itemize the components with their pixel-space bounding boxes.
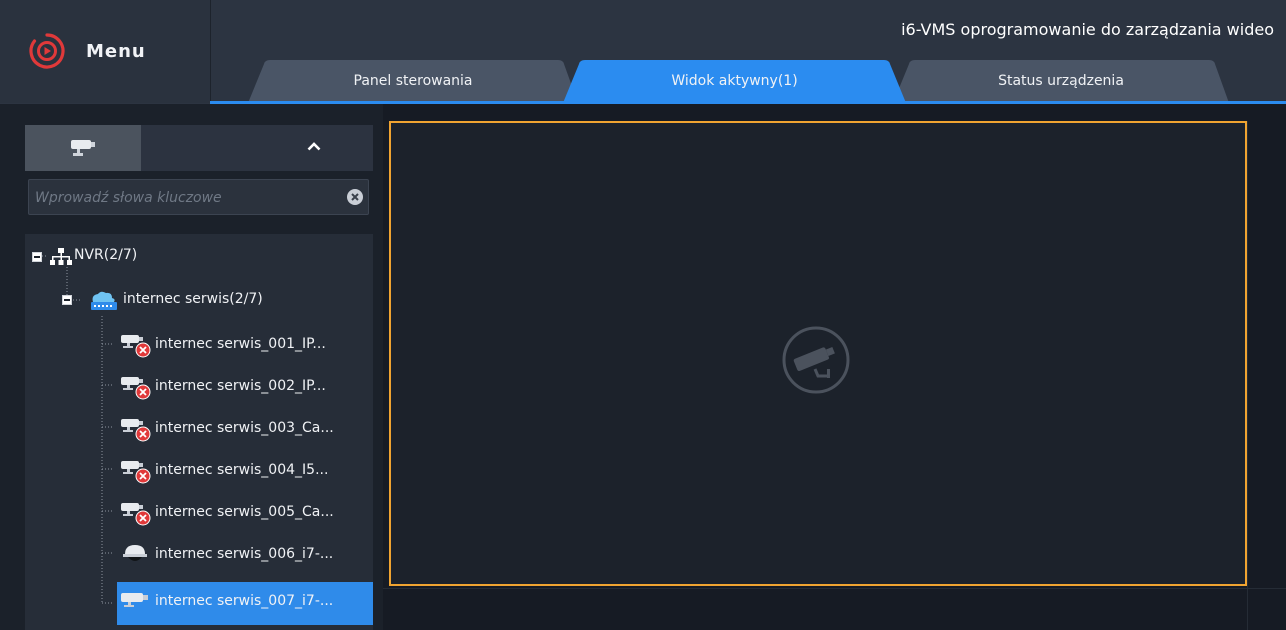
app-header: Menu i6-VMS oprogramowanie do zarządzani…	[0, 0, 1286, 104]
tree-node-device-007[interactable]: internec serwis_007_i7-...	[117, 587, 373, 617]
camera-offline-icon	[121, 503, 151, 526]
device-panel: NVR(2/7) internec serwis(2/7) internec s…	[0, 104, 383, 630]
dome-camera-icon	[123, 545, 147, 561]
camera-icon	[121, 593, 148, 607]
tree-node-device-006[interactable]: internec serwis_006_i7-...	[117, 540, 373, 570]
tree-label: internec serwis_002_IP...	[155, 378, 326, 394]
tree-label: internec serwis_005_Ca...	[155, 504, 334, 520]
tree-node-nvr[interactable]: NVR(2/7)	[30, 244, 230, 270]
tab-label: Status urządzenia	[998, 73, 1124, 89]
video-grid	[383, 104, 1286, 630]
nvr-device-icon	[91, 291, 117, 310]
tab-label: Panel sterowania	[353, 73, 473, 89]
tree-node-device-001[interactable]: internec serwis_001_IP...	[117, 330, 373, 360]
tab-widok-aktywny[interactable]: Widok aktywny(1)	[563, 60, 906, 103]
camera-offline-icon	[121, 335, 151, 358]
tree-label: internec serwis_001_IP...	[155, 336, 326, 352]
app-logo-icon	[29, 33, 65, 69]
tree-label: internec serwis_007_i7-...	[155, 593, 334, 609]
tab-panel-sterowania[interactable]: Panel sterowania	[248, 60, 578, 103]
tree-label: internec serwis(2/7)	[123, 291, 263, 307]
no-video-camera-icon	[782, 326, 850, 394]
camera-offline-icon	[121, 419, 151, 442]
grid-divider	[383, 588, 1286, 589]
collapse-toggle-icon[interactable]	[32, 252, 42, 262]
tree-node-device-003[interactable]: internec serwis_003_Ca...	[117, 414, 373, 444]
tree-node-group[interactable]: internec serwis(2/7)	[60, 288, 320, 314]
video-cell-active[interactable]	[389, 121, 1247, 586]
tree-node-device-004[interactable]: internec serwis_004_I5...	[117, 456, 373, 486]
grid-divider	[1247, 121, 1248, 630]
camera-offline-icon	[121, 461, 151, 484]
camera-offline-icon	[121, 377, 151, 400]
tab-status-urzadzenia[interactable]: Status urządzenia	[893, 60, 1229, 103]
tree-label: internec serwis_004_I5...	[155, 462, 329, 478]
tree-label: NVR(2/7)	[74, 247, 138, 263]
tree-node-device-002[interactable]: internec serwis_002_IP...	[117, 372, 373, 402]
tree-node-device-005[interactable]: internec serwis_005_Ca...	[117, 498, 373, 528]
menu-label: Menu	[86, 41, 146, 62]
collapse-toggle-icon[interactable]	[62, 295, 72, 305]
tree-label: internec serwis_003_Ca...	[155, 420, 334, 436]
tree-label: internec serwis_006_i7-...	[155, 546, 334, 562]
menu-button[interactable]: Menu	[0, 0, 211, 103]
tab-label: Widok aktywny(1)	[671, 73, 798, 89]
network-icon	[50, 248, 72, 265]
app-title: i6-VMS oprogramowanie do zarządzania wid…	[901, 20, 1274, 39]
